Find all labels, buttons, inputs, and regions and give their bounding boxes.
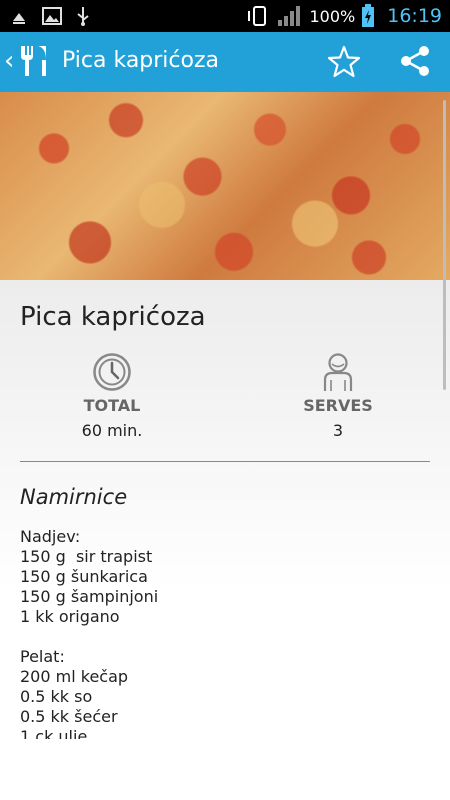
phone-rotate-icon [248,6,267,26]
fork-knife-icon[interactable] [18,44,50,78]
ingredient-line: Nadjev: [20,527,81,546]
serves-stat: SERVES 3 [268,352,408,440]
recipe-content: Pica kaprićoza TOTAL 60 min. SERVES 3 Na… [0,280,450,800]
clock-icon [93,353,131,391]
ingredient-line: Pelat: [20,647,65,666]
serves-value: 3 [332,421,344,440]
app-title: Pica kaprićoza [62,48,220,73]
status-system: 100% 16:19 [247,4,442,28]
serves-label: SERVES [303,396,373,415]
star-icon[interactable] [326,44,362,80]
battery-charging-icon [362,4,375,27]
status-bar: 100% 16:19 [0,0,450,32]
ingredient-line: 0.5 kk so [20,687,93,706]
app-bar: ‹ Pica kaprićoza [0,32,450,92]
total-value: 60 min. [81,421,143,440]
ingredient-line: 1 kk origano [20,607,120,626]
back-button[interactable]: ‹ [4,46,14,76]
ingredients-list: Nadjev: 150 g sir trapist 150 g šunkaric… [20,527,420,739]
total-label: TOTAL [83,396,141,415]
ingredients-heading: Namirnice [20,485,128,509]
clock: 16:19 [387,5,442,27]
status-notifications [10,6,90,26]
scrollbar[interactable] [443,100,446,390]
ingredient-line: 150 g šampinjoni [20,587,159,606]
ingredient-line: 0.5 kk šećer [20,707,118,726]
battery-percent: 100% [309,6,356,26]
upload-icon [13,13,25,24]
ingredient-line: 150 g sir trapist [20,547,153,566]
total-time-stat: TOTAL 60 min. [42,352,182,440]
ingredient-line: 200 ml kečap [20,667,129,686]
image-icon [42,7,62,25]
person-icon [323,353,353,391]
recipe-hero-image [0,92,450,280]
usb-icon [77,7,89,26]
signal-icon [278,6,301,26]
share-icon[interactable] [398,44,432,78]
recipe-title: Pica kaprićoza [20,302,206,332]
ingredient-line: 150 g šunkarica [20,567,148,586]
divider [20,461,430,462]
ingredient-line: 1 ck ulje [20,727,88,739]
ingredient-line [20,627,420,647]
